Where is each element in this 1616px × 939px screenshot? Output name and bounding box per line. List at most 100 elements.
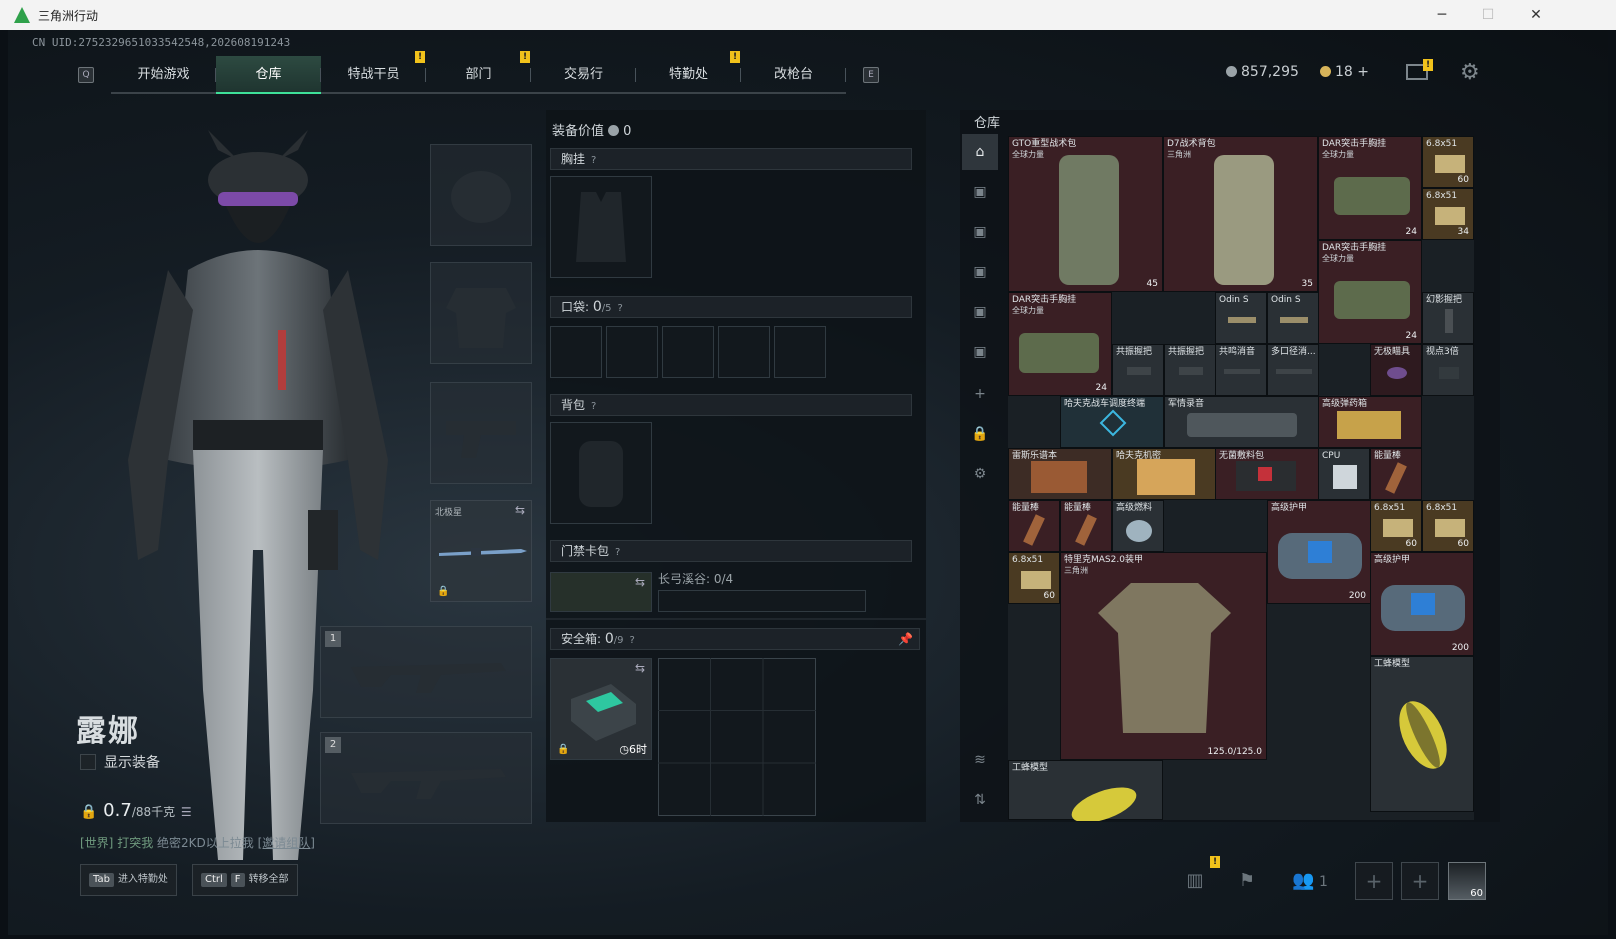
safebox-slot[interactable]: ⇆ 🔒 ◷6时 bbox=[550, 658, 652, 760]
pistol-silhouette-icon bbox=[446, 421, 516, 458]
inventory-item[interactable]: 6.8x51 34 bbox=[1422, 188, 1474, 240]
inventory-item[interactable]: DAR突击手胸挂 全球力量 24 bbox=[1008, 292, 1112, 396]
show-equipment-toggle[interactable]: 显示装备 bbox=[80, 752, 160, 772]
equipment-value: 装备价值 0 bbox=[552, 124, 632, 139]
close-button[interactable]: ✕ bbox=[1514, 4, 1558, 26]
inventory-item[interactable]: GTO重型战术包 全球力量 45 bbox=[1008, 136, 1163, 292]
warehouse-page-icon[interactable]: ▣ bbox=[962, 294, 998, 330]
warehouse-page-icon[interactable]: ▣ bbox=[962, 174, 998, 210]
inventory-item[interactable]: 能量棒 bbox=[1008, 500, 1060, 552]
inventory-item[interactable]: 雷斯乐谱本 bbox=[1008, 448, 1112, 500]
inventory-item[interactable]: 6.8x51 60 bbox=[1422, 500, 1474, 552]
tab-start-game[interactable]: 开始游戏 bbox=[111, 56, 216, 94]
enter-special-ops-button[interactable]: Tab 进入特勤处 bbox=[80, 864, 177, 896]
weight-detail-icon[interactable]: ☰ bbox=[181, 805, 192, 819]
inventory-item[interactable]: 高级护甲 200 bbox=[1370, 552, 1474, 656]
warehouse-settings-icon[interactable]: ⚙ bbox=[962, 456, 998, 492]
tab-special-ops[interactable]: 特勤处 bbox=[636, 56, 741, 94]
backpack-slot[interactable] bbox=[550, 422, 652, 524]
maximize-button[interactable]: ☐ bbox=[1466, 4, 1510, 26]
inventory-item[interactable]: 多口径消... bbox=[1267, 344, 1319, 396]
warehouse-page-icon[interactable]: ▣ bbox=[962, 214, 998, 250]
inventory-item[interactable]: 高级护甲 200 bbox=[1267, 500, 1371, 604]
team-button[interactable]: 👥 1 bbox=[1290, 866, 1330, 896]
chat-invite-link[interactable]: [邀请组队] bbox=[258, 836, 315, 850]
inventory-item[interactable]: 高级燃料 bbox=[1112, 500, 1164, 552]
inventory-item[interactable]: 能量棒 bbox=[1060, 500, 1112, 552]
warehouse-page-icon[interactable]: ▣ bbox=[962, 334, 998, 370]
backpack-icon bbox=[1059, 155, 1119, 285]
inventory-item[interactable]: 6.8x51 60 bbox=[1370, 500, 1422, 552]
inventory-item[interactable]: 能量棒 bbox=[1370, 448, 1422, 500]
flag-icon[interactable]: ⚑ bbox=[1232, 866, 1262, 896]
armor-slot[interactable] bbox=[430, 262, 532, 364]
pocket-slot[interactable] bbox=[774, 326, 826, 378]
inventory-item[interactable]: DAR突击手胸挂 全球力量 24 bbox=[1318, 136, 1422, 240]
tab-warehouse[interactable]: 仓库 bbox=[216, 56, 321, 94]
secondary-weapon-slot[interactable]: 2 bbox=[320, 732, 532, 824]
invite-slot-button[interactable]: + bbox=[1355, 862, 1393, 900]
swap-icon[interactable]: ⇆ bbox=[635, 661, 645, 675]
warehouse-home-icon[interactable]: ⌂ bbox=[962, 134, 998, 170]
melee-slot[interactable]: 北极星 ⇆ 🔒 bbox=[430, 500, 532, 602]
keycard-slot[interactable] bbox=[658, 590, 866, 612]
inventory-item[interactable]: 视点3倍 bbox=[1422, 344, 1474, 396]
helmet-slot[interactable] bbox=[430, 144, 532, 246]
keycard-holder-slot[interactable]: ⇆ bbox=[550, 572, 652, 612]
inventory-item[interactable]: D7战术背包 三角洲 35 bbox=[1163, 136, 1318, 292]
armor-silhouette-icon bbox=[446, 288, 516, 348]
player-avatar[interactable]: 60 bbox=[1448, 862, 1486, 900]
primary-weapon-slot[interactable]: 1 bbox=[320, 626, 532, 718]
pistol-slot[interactable] bbox=[430, 382, 532, 484]
inventory-item[interactable]: 工蜂模型 bbox=[1370, 656, 1474, 812]
stats-icon[interactable]: ▥ bbox=[1180, 866, 1210, 896]
chest-rig-slot[interactable] bbox=[550, 176, 652, 278]
sort-icon[interactable]: ⇅ bbox=[962, 782, 998, 818]
add-currency-button[interactable]: + bbox=[1357, 64, 1369, 80]
add-page-icon[interactable]: + bbox=[962, 376, 998, 412]
inventory-item[interactable]: 特里克MAS2.0装甲 三角洲 125.0/125.0 bbox=[1060, 552, 1267, 760]
inventory-item[interactable]: Odin S bbox=[1267, 292, 1319, 344]
inventory-item[interactable]: 高级弹药箱 bbox=[1318, 396, 1422, 448]
inventory-item[interactable]: 军情录音 bbox=[1164, 396, 1319, 448]
lock-page-icon[interactable]: 🔒 bbox=[962, 416, 998, 452]
transfer-all-button[interactable]: Ctrl F 转移全部 bbox=[192, 864, 298, 896]
pocket-slot[interactable] bbox=[606, 326, 658, 378]
nav-prev-key[interactable]: Q bbox=[78, 67, 94, 83]
inventory-item[interactable]: 哈夫克机密 bbox=[1112, 448, 1216, 500]
stack-icon[interactable]: ≋ bbox=[962, 742, 998, 778]
tab-operators[interactable]: 特战干员 bbox=[321, 56, 426, 94]
inventory-item[interactable]: 无菌敷料包 bbox=[1215, 448, 1319, 500]
inventory-item[interactable]: 6.8x51 60 bbox=[1008, 552, 1060, 604]
inventory-item[interactable]: 工蜂模型 bbox=[1008, 760, 1163, 823]
minimize-button[interactable]: ─ bbox=[1420, 4, 1464, 26]
safebox-grid[interactable] bbox=[658, 658, 816, 816]
inventory-item[interactable]: 共振握把 bbox=[1112, 344, 1164, 396]
swap-icon[interactable]: ⇆ bbox=[635, 575, 645, 589]
inventory-item[interactable]: CPU bbox=[1318, 448, 1370, 500]
inventory-item[interactable]: 6.8x51 60 bbox=[1422, 136, 1474, 188]
warehouse-page-icon[interactable]: ▣ bbox=[962, 254, 998, 290]
warehouse-panel: 仓库 ⌂ ▣ ▣ ▣ ▣ ▣ + 🔒 ⚙ ≋ ⇅ GTO重型战术包 全球力量 45 … bbox=[960, 110, 1500, 823]
inventory-item[interactable]: 无极瞄具 bbox=[1370, 344, 1422, 396]
pin-icon[interactable]: 📌 bbox=[898, 629, 913, 649]
inventory-item[interactable]: 哈夫克战车调度终端 bbox=[1060, 396, 1164, 448]
inventory-item[interactable]: 共振握把 bbox=[1164, 344, 1216, 396]
inventory-item[interactable]: 幻影握把 bbox=[1422, 292, 1474, 344]
swap-icon[interactable]: ⇆ bbox=[515, 503, 525, 517]
inventory-item[interactable]: 共鸣消音 bbox=[1215, 344, 1267, 396]
tab-market[interactable]: 交易行 bbox=[531, 56, 636, 94]
pocket-slot[interactable] bbox=[550, 326, 602, 378]
tab-department[interactable]: 部门 bbox=[426, 56, 531, 94]
show-equipment-checkbox[interactable] bbox=[80, 754, 96, 770]
pockets-header: 口袋: 0/5? bbox=[550, 296, 912, 318]
pocket-slot[interactable] bbox=[662, 326, 714, 378]
nav-next-key[interactable]: E bbox=[863, 67, 879, 83]
settings-gear-icon[interactable]: ⚙ bbox=[1460, 60, 1480, 85]
inventory-item[interactable]: Odin S bbox=[1215, 292, 1267, 344]
silver-coin-icon bbox=[1226, 66, 1237, 77]
inventory-item[interactable]: DAR突击手胸挂 全球力量 24 bbox=[1318, 240, 1422, 344]
invite-slot-button[interactable]: + bbox=[1401, 862, 1439, 900]
pocket-slot[interactable] bbox=[718, 326, 770, 378]
tab-gunsmith[interactable]: 改枪台 bbox=[741, 56, 846, 94]
